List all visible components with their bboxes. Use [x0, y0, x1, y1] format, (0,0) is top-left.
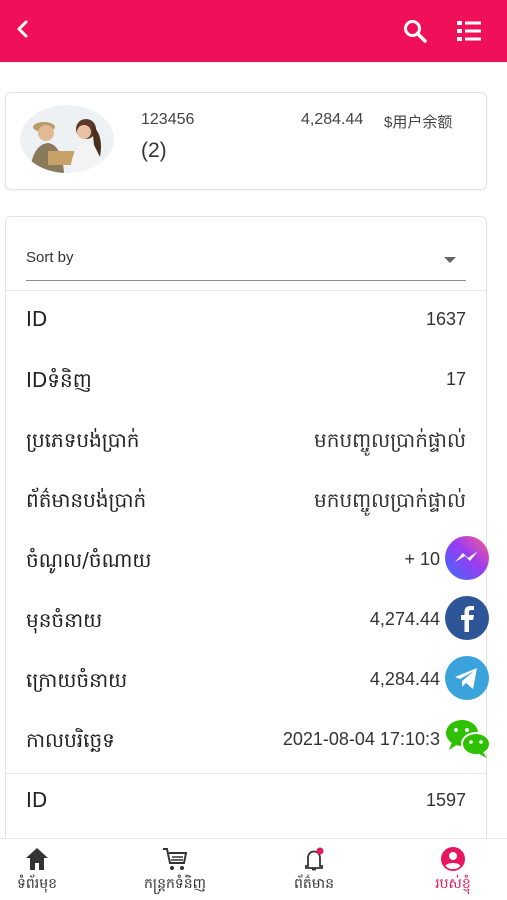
record-label: ប្រភេទបង់ប្រាក់	[26, 428, 140, 452]
list-icon	[457, 21, 481, 41]
caret-down-icon	[444, 257, 456, 263]
bell-icon	[305, 847, 324, 871]
record-value: 1637	[425, 309, 466, 329]
wechat-icon	[446, 720, 491, 758]
record-label: ចំណូល/ចំណាយ	[26, 548, 152, 572]
search-button[interactable]	[399, 15, 431, 47]
record-row-date: កាលបរិច្ឆេទ 2021-08-04 17:10:3	[6, 713, 486, 771]
record-row-income-expense: ចំណូល/ចំណាយ + 10	[6, 533, 486, 591]
tab-label: ទំព័រមុខ	[17, 876, 57, 892]
record-label: ID	[26, 307, 48, 331]
tab-home[interactable]: ទំព័រមុខ	[0, 843, 97, 899]
cart-icon	[163, 848, 188, 870]
record-value: 1597	[425, 790, 466, 810]
messenger-icon	[445, 536, 489, 580]
sort-by-label: Sort by	[26, 249, 74, 266]
avatar	[20, 105, 114, 173]
balance-label: $用户余额	[384, 114, 453, 131]
record-value: + 10	[404, 549, 440, 569]
record-label: មុនចំនាយ	[26, 608, 103, 632]
record-value: 4,274.44	[369, 609, 440, 629]
tab-label: កន្ត្រកទំនិញ	[144, 876, 206, 892]
record-row-payment-type: ប្រភេទបង់ប្រាក់ មកបញ្ចូលប្រាក់ផ្ទាល់	[6, 413, 486, 471]
home-icon	[26, 848, 48, 870]
messenger-button[interactable]	[445, 536, 489, 580]
divider	[6, 290, 486, 291]
record-row-after-expense: ក្រោយចំនាយ 4,284.44	[6, 653, 486, 711]
top-app-bar	[0, 0, 507, 62]
bottom-tab-bar: ទំព័រមុខ កន្ត្រកទំនិញ ព័ត៌មាន របស់ខ្ញុំ	[0, 838, 507, 900]
record-row-before-expense: មុនចំនាយ 4,274.44	[6, 593, 486, 651]
facebook-button[interactable]	[445, 596, 489, 640]
wechat-button[interactable]	[443, 716, 493, 760]
record-label: ក្រោយចំនាយ	[26, 668, 128, 692]
tab-label: របស់ខ្ញុំ	[435, 876, 471, 892]
tab-cart[interactable]: កន្ត្រកទំនិញ	[115, 843, 235, 899]
user-id: 123456	[141, 111, 195, 128]
record-row-product-id: IDទំនិញ 17	[6, 353, 486, 411]
user-count: (2)	[141, 139, 167, 162]
telegram-button[interactable]	[445, 656, 489, 700]
record-value: មកបញ្ចូលប្រាក់ផ្ទាល់	[314, 428, 466, 452]
sort-by-dropdown[interactable]: Sort by	[26, 247, 466, 281]
record-label: កាលបរិច្ឆេទ	[26, 728, 115, 752]
tab-label: ព័ត៌មាន	[294, 876, 334, 892]
record-row-id: ID 1637	[6, 293, 486, 351]
user-summary-card: 123456 (2) 4,284.44 $用户余额	[5, 92, 487, 190]
menu-list-button[interactable]	[452, 15, 486, 47]
balance-amount: 4,284.44	[301, 111, 364, 128]
record-value: មកបញ្ចូលប្រាក់ផ្ទាល់	[314, 488, 466, 512]
user-icon	[441, 847, 465, 871]
record-value: 4,284.44	[369, 669, 440, 689]
record-label: IDទំនិញ	[26, 368, 92, 392]
record-label: ព័ត៌មានបង់ប្រាក់	[26, 488, 147, 512]
tab-profile[interactable]: របស់ខ្ញុំ	[393, 843, 507, 899]
tab-news[interactable]: ព័ត៌មាន	[254, 843, 374, 899]
chevron-left-icon	[17, 20, 28, 38]
telegram-icon	[445, 656, 489, 700]
record-row-id-next: ID 1597	[6, 774, 486, 832]
facebook-icon	[445, 596, 489, 640]
back-button[interactable]	[8, 14, 38, 44]
record-value: 17	[445, 369, 466, 389]
record-label: ID	[26, 788, 48, 812]
search-icon	[404, 20, 427, 43]
transaction-list-card: Sort by ID 1637 IDទំនិញ 17 ប្រភេទបង់ប្រា…	[5, 216, 487, 856]
record-value: 2021-08-04 17:10:3	[282, 729, 440, 749]
record-row-payment-info: ព័ត៌មានបង់ប្រាក់ មកបញ្ចូលប្រាក់ផ្ទាល់	[6, 473, 486, 531]
